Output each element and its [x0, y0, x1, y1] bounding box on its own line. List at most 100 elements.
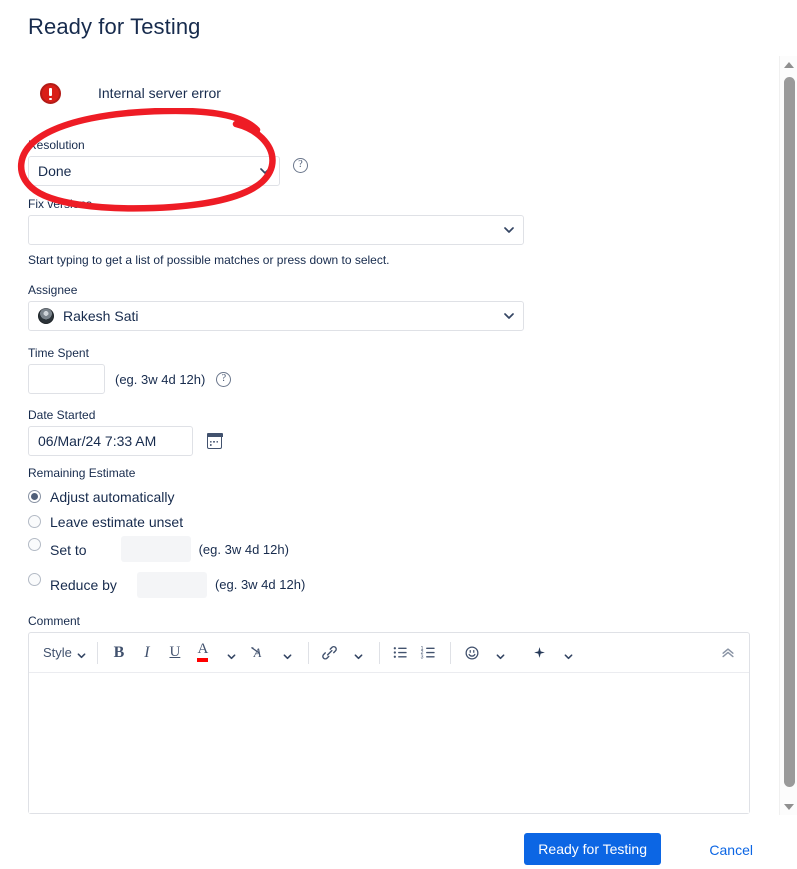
radio-label-adjust-automatically: Adjust automatically: [50, 488, 175, 505]
date-started-label: Date Started: [28, 408, 96, 422]
radio-row-leave-unset[interactable]: Leave estimate unset: [28, 509, 428, 534]
collapse-toolbar-button[interactable]: [719, 644, 737, 662]
field-remaining-estimate: Remaining Estimate Adjust automatically …: [28, 466, 428, 604]
field-fix-versions: Fix versions Start typing to get a list …: [28, 197, 548, 267]
chevron-down-icon: [77, 648, 86, 659]
user-avatar: [38, 308, 54, 324]
style-dropdown-label: Style: [43, 645, 72, 660]
bullet-list-button[interactable]: [387, 640, 415, 666]
time-spent-input[interactable]: [28, 364, 105, 394]
error-circle-icon: [40, 82, 61, 104]
ready-for-testing-button[interactable]: Ready for Testing: [524, 833, 661, 865]
clear-formatting-dropdown[interactable]: [273, 640, 301, 666]
scroll-down-arrow-icon[interactable]: [780, 798, 797, 815]
scrollbar-thumb[interactable]: [784, 77, 795, 787]
radio-reduce-by[interactable]: [28, 573, 41, 586]
toolbar-divider: [307, 641, 309, 664]
comment-editor: Style B I U A A 1 2 3: [28, 632, 750, 814]
insert-button[interactable]: [526, 640, 554, 666]
assignee-label: Assignee: [28, 283, 78, 297]
style-dropdown-button[interactable]: Style: [37, 645, 90, 660]
text-color-a-icon: A: [197, 642, 209, 662]
plus-icon: [534, 647, 546, 658]
reduce-by-input[interactable]: [136, 572, 207, 598]
time-spent-help-icon[interactable]: ?: [216, 371, 232, 387]
chevron-down-icon: [283, 648, 292, 660]
radio-row-set-to[interactable]: Set to (eg. 3w 4d 12h): [28, 534, 428, 569]
text-color-button[interactable]: A: [189, 640, 217, 666]
date-started-row: [28, 426, 223, 456]
svg-text:A: A: [253, 646, 262, 660]
chevron-down-icon: [260, 166, 270, 175]
field-date-started: Date Started: [28, 408, 223, 456]
time-spent-row: (eg. 3w 4d 12h) ?: [28, 364, 232, 394]
text-color-dropdown[interactable]: [217, 640, 245, 666]
radio-label-reduce-by: Reduce by: [50, 577, 117, 593]
chevron-down-icon: [354, 648, 363, 660]
reduce-by-hint: (eg. 3w 4d 12h): [214, 577, 306, 592]
svg-text:3: 3: [421, 655, 424, 661]
underline-button[interactable]: U: [161, 640, 189, 666]
numbered-list-icon: 1 2 3: [421, 646, 436, 661]
radio-row-reduce-by[interactable]: Reduce by (eg. 3w 4d 12h): [28, 569, 428, 604]
fix-versions-label: Fix versions: [28, 197, 93, 211]
toolbar-divider: [378, 641, 380, 664]
assignee-select[interactable]: Rakesh Sati: [28, 301, 524, 331]
resolution-label: Resolution: [28, 138, 85, 152]
error-banner: Internal server error: [40, 78, 221, 108]
resolution-value: Done: [38, 163, 72, 179]
insert-dropdown[interactable]: [554, 640, 582, 666]
field-time-spent: Time Spent (eg. 3w 4d 12h) ?: [28, 346, 232, 394]
remaining-estimate-label: Remaining Estimate: [28, 466, 136, 480]
issue-transition-dialog: Ready for Testing Internal server error …: [0, 0, 797, 869]
calendar-icon[interactable]: [206, 433, 223, 449]
comment-textarea[interactable]: [29, 673, 749, 813]
emoji-dropdown[interactable]: [486, 640, 514, 666]
bold-button[interactable]: B: [105, 640, 133, 666]
radio-leave-unset[interactable]: [28, 515, 41, 528]
chevron-double-up-icon: [722, 647, 734, 657]
time-spent-label: Time Spent: [28, 346, 89, 360]
resolution-select[interactable]: Done: [28, 156, 280, 186]
clear-formatting-icon: A: [251, 646, 262, 660]
chevron-down-icon: [564, 648, 573, 660]
clear-formatting-button[interactable]: A: [245, 640, 273, 666]
comment-label: Comment: [28, 614, 81, 628]
date-started-input[interactable]: [28, 426, 193, 456]
error-message: Internal server error: [98, 85, 221, 101]
radio-label-leave-unset: Leave estimate unset: [50, 513, 184, 530]
assignee-value: Rakesh Sati: [63, 308, 139, 324]
cancel-button[interactable]: Cancel: [703, 833, 759, 865]
radio-adjust-automatically[interactable]: [28, 490, 41, 503]
dialog-footer: Ready for Testing Cancel: [0, 815, 797, 869]
emoji-button[interactable]: [458, 640, 486, 666]
link-icon: [322, 646, 338, 660]
fix-versions-select[interactable]: [28, 215, 524, 245]
bullet-list-icon: [394, 647, 408, 658]
link-button[interactable]: [316, 640, 344, 666]
field-assignee: Assignee Rakesh Sati: [28, 283, 548, 331]
time-spent-hint: (eg. 3w 4d 12h): [115, 371, 206, 387]
chevron-down-icon: [227, 648, 236, 660]
page-title: Ready for Testing: [28, 14, 201, 39]
link-dropdown[interactable]: [344, 640, 372, 666]
scroll-up-arrow-icon[interactable]: [780, 56, 797, 73]
toolbar-divider: [449, 641, 451, 664]
vertical-scrollbar[interactable]: [779, 56, 797, 815]
radio-label-set-to: Set to: [50, 542, 87, 558]
field-comment: Comment Style B I U A A 1 2 3: [28, 614, 750, 814]
resolution-help-icon[interactable]: ?: [293, 158, 308, 173]
italic-button[interactable]: I: [133, 640, 161, 666]
chevron-down-icon: [504, 225, 514, 234]
set-to-hint: (eg. 3w 4d 12h): [198, 542, 289, 557]
fix-versions-hint: Start typing to get a list of possible m…: [28, 253, 390, 267]
chevron-down-icon: [504, 311, 514, 320]
radio-row-adjust-automatically[interactable]: Adjust automatically: [28, 484, 428, 509]
toolbar-divider: [96, 641, 98, 664]
chevron-down-icon: [496, 648, 505, 660]
numbered-list-button[interactable]: 1 2 3: [415, 640, 443, 666]
radio-set-to[interactable]: [28, 538, 41, 551]
comment-toolbar: Style B I U A A 1 2 3: [29, 633, 749, 673]
set-to-input[interactable]: [120, 536, 191, 562]
field-resolution: Resolution Done ?: [28, 138, 328, 186]
